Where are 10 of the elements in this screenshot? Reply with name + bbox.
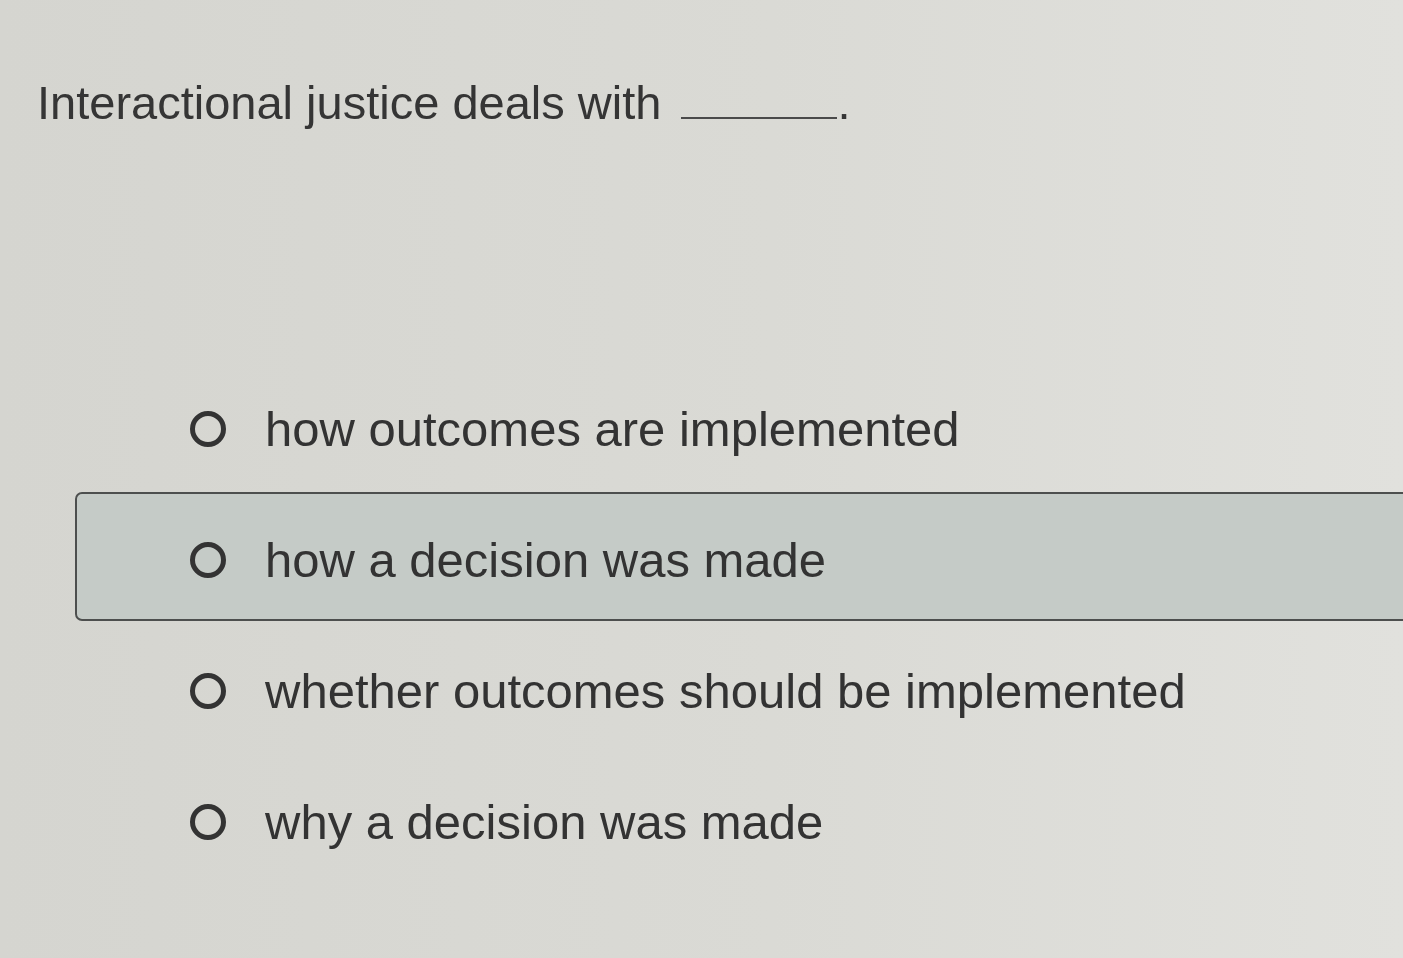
question-punctuation: . xyxy=(837,75,851,131)
radio-button[interactable] xyxy=(190,410,226,447)
radio-button[interactable] xyxy=(190,541,226,578)
answer-option[interactable]: how outcomes are implemented xyxy=(75,361,1403,490)
question-text: Interactional justice deals with xyxy=(37,75,662,131)
radio-button[interactable] xyxy=(190,672,226,709)
radio-button[interactable] xyxy=(190,803,226,840)
answer-option[interactable]: how a decision was made xyxy=(75,492,1403,621)
answer-option[interactable]: whether outcomes should be implemented xyxy=(75,623,1403,752)
answer-option[interactable]: why a decision was made xyxy=(75,754,1403,883)
